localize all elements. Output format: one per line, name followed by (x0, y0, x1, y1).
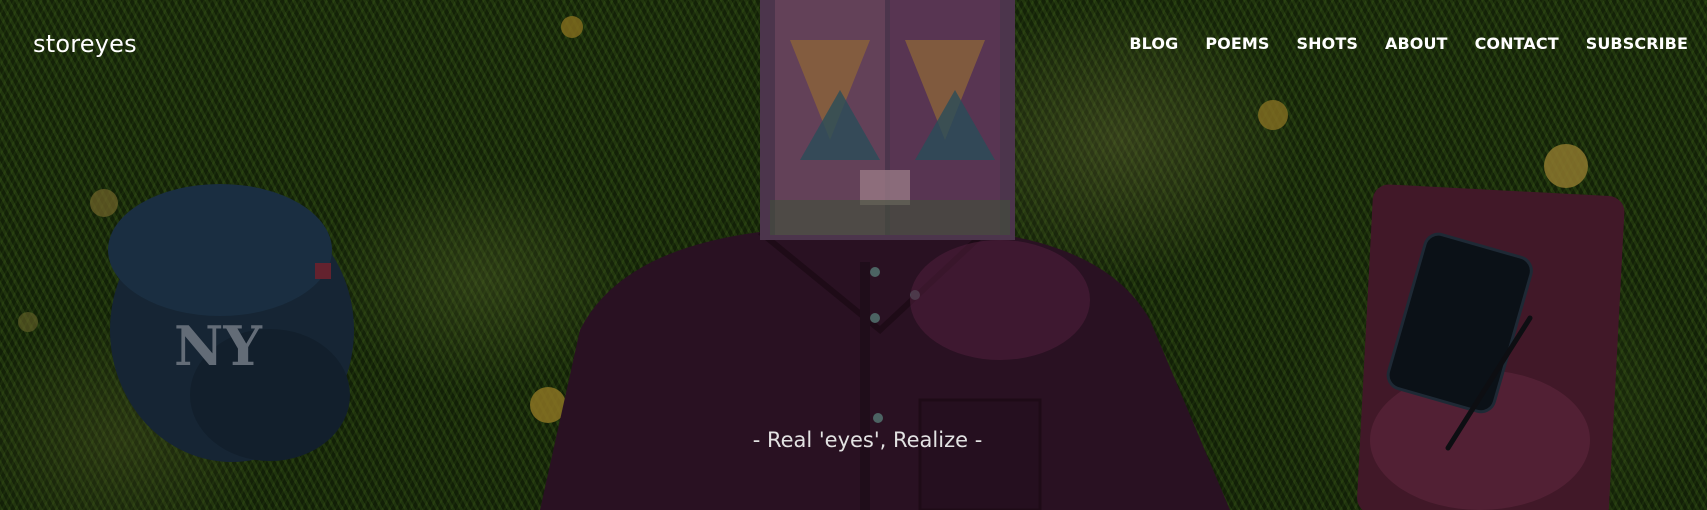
nav-link-blog[interactable]: BLOG (1129, 34, 1178, 53)
site-title-link[interactable]: storeyes (33, 30, 137, 58)
nav-item-shots: SHOTS (1297, 34, 1358, 53)
nav-item-contact: CONTACT (1475, 34, 1559, 53)
nav-link-shots[interactable]: SHOTS (1297, 34, 1358, 53)
nav-item-about: ABOUT (1385, 34, 1448, 53)
nav-link-contact[interactable]: CONTACT (1475, 34, 1559, 53)
nav-link-about[interactable]: ABOUT (1385, 34, 1448, 53)
nav-item-blog: BLOG (1129, 34, 1178, 53)
hero-tagline: - Real 'eyes', Realize - (752, 428, 983, 452)
nav-item-subscribe: SUBSCRIBE (1586, 34, 1688, 53)
nav-item-poems: POEMS (1205, 34, 1269, 53)
nav-link-poems[interactable]: POEMS (1205, 34, 1269, 53)
main-navigation: BLOG POEMS SHOTS ABOUT CONTACT SUBSCRIBE (1129, 34, 1688, 53)
hero-section: NY storeyes BLOG POEMS SHOTS ABOUT CONTA… (0, 0, 1707, 510)
nav-link-subscribe[interactable]: SUBSCRIBE (1586, 34, 1688, 53)
